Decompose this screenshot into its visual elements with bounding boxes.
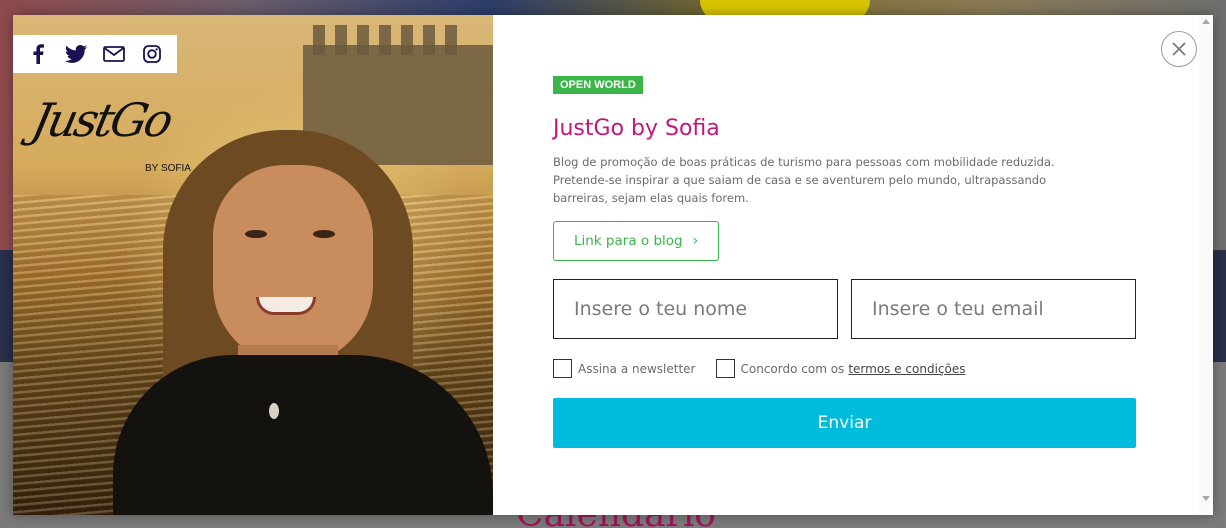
signup-fields: Insere o teu nome Insere o teu email bbox=[553, 279, 1136, 339]
justgo-logo: JustGo BY SOFIA bbox=[27, 93, 193, 183]
blog-description: Blog de promoção de boas práticas de tur… bbox=[553, 155, 1055, 205]
close-icon bbox=[1172, 42, 1186, 56]
submit-button[interactable]: Enviar bbox=[553, 398, 1136, 448]
logo-subtitle: BY SOFIA bbox=[145, 163, 191, 174]
scroll-down-icon[interactable] bbox=[1202, 496, 1210, 501]
blog-link-button[interactable]: Link para o blog › bbox=[553, 221, 720, 261]
blog-modal: JustGo BY SOFIA OPEN WORLD JustGo by Sof… bbox=[13, 15, 1213, 515]
email-placeholder: Insere o teu email bbox=[872, 298, 1044, 320]
photo-face bbox=[213, 165, 373, 365]
logo-script: JustGo bbox=[27, 93, 176, 147]
photo-pendant bbox=[269, 403, 279, 419]
photo-smile bbox=[256, 297, 316, 315]
close-button[interactable] bbox=[1161, 31, 1197, 67]
social-links bbox=[13, 35, 177, 73]
signup-checkboxes: Assina a newsletter Concordo com os term… bbox=[553, 359, 966, 378]
facebook-icon[interactable] bbox=[26, 42, 50, 66]
terms-label: Concordo com os bbox=[740, 361, 845, 376]
email-icon[interactable] bbox=[102, 42, 126, 66]
name-input[interactable]: Insere o teu nome bbox=[553, 279, 838, 339]
blog-title: JustGo by Sofia bbox=[553, 116, 720, 141]
name-placeholder: Insere o teu nome bbox=[574, 298, 748, 320]
blog-link-label: Link para o blog bbox=[574, 233, 683, 249]
photo-eye-left bbox=[245, 230, 267, 238]
submit-label: Enviar bbox=[817, 413, 872, 433]
photo-eye-right bbox=[313, 230, 335, 238]
blogger-photo: JustGo BY SOFIA bbox=[13, 15, 493, 515]
newsletter-checkbox[interactable] bbox=[553, 359, 572, 378]
email-input[interactable]: Insere o teu email bbox=[851, 279, 1136, 339]
twitter-icon[interactable] bbox=[64, 42, 88, 66]
photo-tower-top bbox=[313, 25, 463, 55]
newsletter-label: Assina a newsletter bbox=[578, 361, 696, 376]
terms-link[interactable]: termos e condições bbox=[848, 362, 965, 376]
modal-scrollbar[interactable] bbox=[1199, 15, 1213, 515]
category-badge: OPEN WORLD bbox=[553, 76, 643, 94]
modal-content: OPEN WORLD JustGo by Sofia Blog de promo… bbox=[553, 73, 1136, 261]
chevron-right-icon: › bbox=[692, 233, 699, 249]
scroll-up-icon[interactable] bbox=[1202, 19, 1210, 24]
instagram-icon[interactable] bbox=[140, 42, 164, 66]
terms-checkbox[interactable] bbox=[715, 359, 735, 378]
